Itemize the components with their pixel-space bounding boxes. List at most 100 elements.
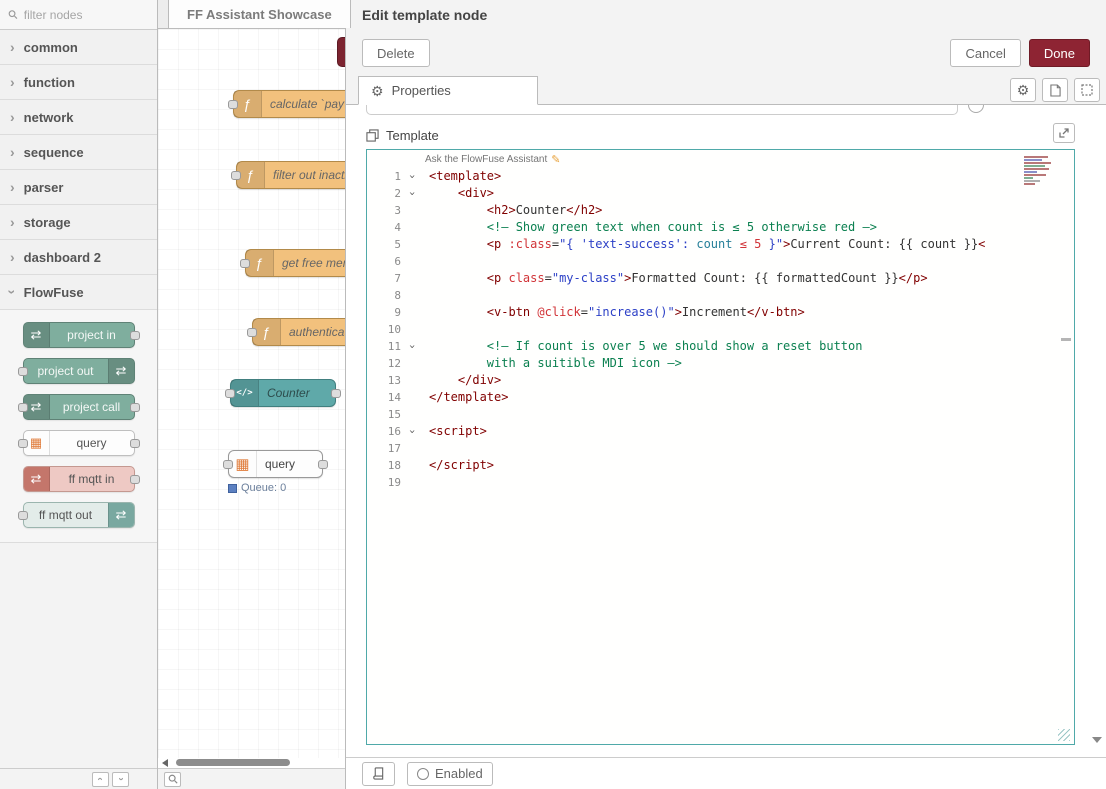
canvas[interactable]: ƒcalculate `pay ƒfilter out inacti ƒget fr… [158,29,345,758]
code-line[interactable]: 14</template> [367,389,1074,406]
code-line[interactable]: 4 <!— Show green text when count is ≤ 5 … [367,219,1074,236]
code-text: </template> [421,389,508,406]
assistant-prompt[interactable]: Ask the FlowFuse Assistant ✎ [425,153,561,166]
node-settings-button[interactable]: ⚙ [1010,78,1036,102]
flow-node-query[interactable]: ▦query [228,450,323,478]
palette-node-query[interactable]: ▦query [23,430,135,456]
scroll-left-arrow[interactable] [162,759,168,767]
fold-gutter[interactable]: › [403,185,421,202]
code-text: <script> [421,423,487,440]
fold-gutter [403,474,421,491]
cancel-button[interactable]: Cancel [950,39,1020,67]
node-port [18,439,28,448]
line-number: 11 [367,338,403,355]
palette-category-storage[interactable]: ›storage [0,205,157,240]
tab-properties[interactable]: ⚙ Properties [358,76,538,105]
palette-search[interactable] [0,0,157,30]
code-line[interactable]: 8 [367,287,1074,304]
palette-node-project-in[interactable]: ⇄project in [23,322,135,348]
code-line[interactable]: 17 [367,440,1074,457]
code-line[interactable]: 18</script> [367,457,1074,474]
code-line[interactable]: 3 <h2>Counter</h2> [367,202,1074,219]
tray-title: Edit template node [346,0,1106,30]
palette-category-parser[interactable]: ›parser [0,170,157,205]
code-line[interactable]: 10 [367,321,1074,338]
node-status: Queue: 0 [228,482,286,494]
select-region-button[interactable] [1074,78,1100,102]
fold-gutter[interactable]: › [403,168,421,185]
code-line[interactable]: 5 <p :class="{ 'text-success': count ≤ 5… [367,236,1074,253]
code-line[interactable]: 7 <p class="my-class">Formatted Count: {… [367,270,1074,287]
function-icon: ƒ [234,91,262,117]
library-button[interactable] [362,762,395,786]
status-square-icon [228,484,237,493]
code-line[interactable]: 15 [367,406,1074,423]
code-line[interactable]: 1›<template> [367,168,1074,185]
code-line[interactable]: 6 [367,253,1074,270]
code-line[interactable]: 2› <div> [367,185,1074,202]
flow-node-authenticateu[interactable]: ƒauthenticateU [252,318,345,346]
code-editor[interactable]: Ask the FlowFuse Assistant ✎ 1›<template… [366,149,1075,745]
palette-category-sequence[interactable]: › sequence [0,135,157,170]
node-port [228,100,238,109]
category-label: parser [24,180,64,195]
palette-node-project-out[interactable]: project out⇄ [23,358,135,384]
edit-tray: Edit template node Delete Cancel Done ⚙ … [345,0,1106,789]
expand-editor-button[interactable] [1053,123,1075,143]
editor-resize-grip[interactable] [1058,729,1070,741]
flow-tab[interactable]: FF Assistant Showcase [168,0,351,28]
flow-node-calculate-pay[interactable]: ƒcalculate `pay [233,90,345,118]
code-line[interactable]: 13 </div> [367,372,1074,389]
enabled-toggle[interactable]: Enabled [407,762,493,786]
code-line[interactable]: 19 [367,474,1074,491]
node-port [18,403,28,412]
flow-node-counter[interactable]: </>Counter [230,379,336,407]
tray-scroll-down-arrow[interactable] [1092,737,1102,743]
palette-category-flowfuse[interactable]: ›FlowFuse [0,275,157,310]
fold-gutter [403,372,421,389]
flow-node-filter-out-inacti[interactable]: ƒfilter out inacti [236,161,345,189]
chevron-up-icon: › [96,777,106,780]
description-button[interactable] [1042,78,1068,102]
palette-node-ff-mqtt-out[interactable]: ff mqtt out⇄ [23,502,135,528]
delete-button[interactable]: Delete [362,39,430,67]
fold-chevron-icon: › [404,190,421,197]
code-text [421,253,429,270]
chevron-right-icon: › [10,144,15,160]
palette-category-dashboard-2[interactable]: ›dashboard 2 [0,240,157,275]
collapse-categories-button[interactable]: › [92,772,109,787]
palette-node-project-call[interactable]: ⇄project call [23,394,135,420]
fold-chevron-icon: › [404,343,421,350]
fold-gutter [403,355,421,372]
scrollbar-thumb[interactable] [176,759,290,766]
zoom-button[interactable] [164,772,181,787]
fold-gutter[interactable]: › [403,423,421,440]
palette-category-network[interactable]: ›network [0,100,157,135]
node-icon: ⇄ [108,503,134,527]
expand-categories-button[interactable]: › [112,772,129,787]
code-text: <p :class="{ 'text-success': count ≤ 5 }… [421,236,985,253]
palette-category-common[interactable]: ›common [0,30,157,65]
function-icon: ƒ [237,162,265,188]
flow-node-get-free-memo[interactable]: ƒget free memo [245,249,345,277]
code-text: <template> [421,168,501,185]
palette-sidebar: ›common›function›network›sequence›parser… [0,0,158,789]
palette-node-ff-mqtt-in[interactable]: ⇄ff mqtt in [23,466,135,492]
minimap[interactable] [1022,155,1058,201]
code-line[interactable]: 11› <!— If count is over 5 we should sho… [367,338,1074,355]
fold-gutter[interactable]: › [403,338,421,355]
code-line[interactable]: 12 with a suitible MDI icon —> [367,355,1074,372]
code-text: </script> [421,457,494,474]
fold-gutter [403,270,421,287]
line-number: 16 [367,423,403,440]
clipped-name-field[interactable] [366,105,958,115]
code-line[interactable]: 9 <v-btn @click="increase()">Increment</… [367,304,1074,321]
code-line[interactable]: 16›<script> [367,423,1074,440]
category-label: sequence [24,145,84,160]
tray-toolbar: Delete Cancel Done [346,30,1106,76]
done-button[interactable]: Done [1029,39,1090,67]
status-circle-icon [417,768,429,780]
palette-category-function[interactable]: ›function [0,65,157,100]
node-port [18,511,28,520]
palette-search-input[interactable] [24,8,149,22]
